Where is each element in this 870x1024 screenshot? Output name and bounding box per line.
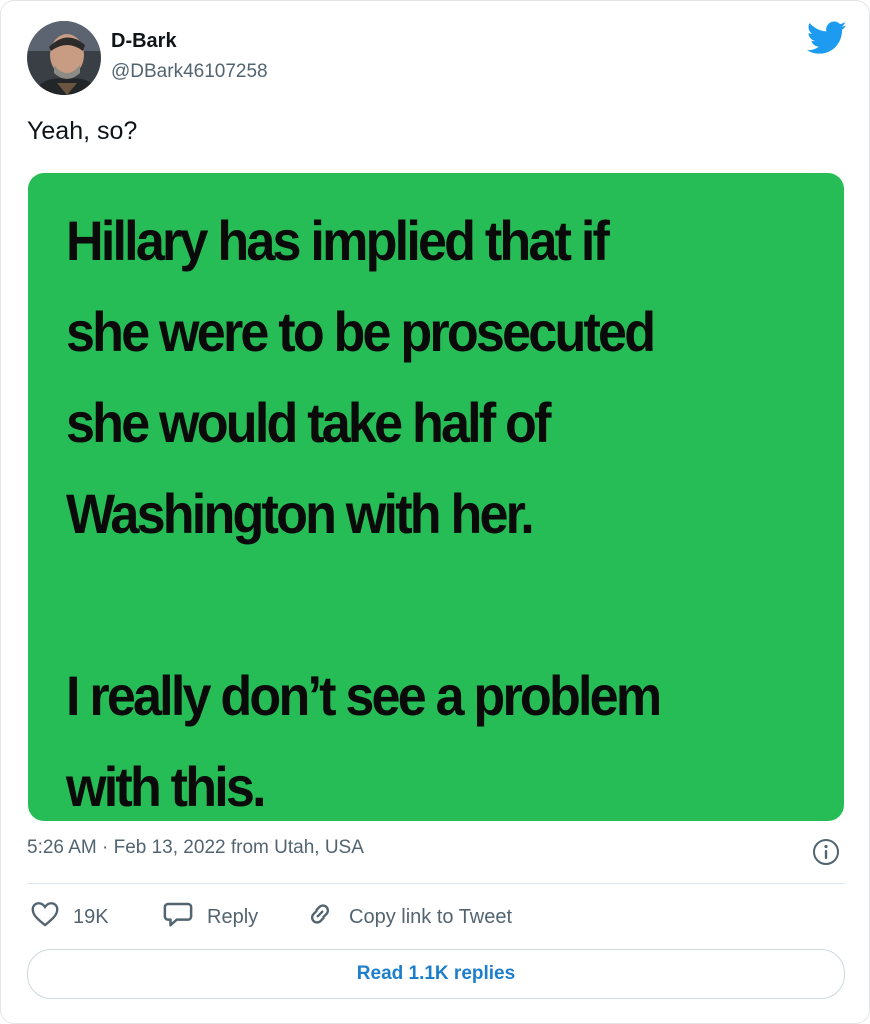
image-text-line: she would take half of: [66, 391, 551, 454]
heart-icon: [31, 901, 73, 933]
copy-link-label: Copy link to Tweet: [349, 905, 513, 928]
link-icon: [305, 900, 349, 934]
reply-bubble-icon: [163, 900, 207, 934]
tweet-text: Yeah, so?: [27, 117, 138, 145]
image-text-line: with this.: [66, 755, 267, 818]
tweet-card: D-Bark @DBark46107258 Yeah, so? Hillary …: [0, 0, 870, 1024]
copy-link-button[interactable]: Copy link to Tweet: [305, 897, 512, 937]
divider: [27, 883, 845, 884]
tweet-actions: 19K Reply Copy link to Tweet: [27, 897, 845, 937]
image-text-line: Washington with her.: [66, 482, 535, 545]
read-replies-button[interactable]: Read 1.1K replies: [27, 949, 845, 999]
image-text-line: Hillary has implied that if: [66, 209, 610, 272]
reply-label: Reply: [207, 905, 259, 928]
tweet-image[interactable]: Hillary has implied that if she were to …: [28, 173, 844, 821]
like-count: 19K: [73, 905, 109, 928]
user-handle[interactable]: @DBark46107258: [111, 61, 268, 83]
info-icon[interactable]: [811, 837, 841, 867]
like-button[interactable]: 19K: [31, 897, 109, 937]
twitter-bird-icon[interactable]: [806, 21, 847, 55]
image-text: Hillary has implied that if she were to …: [66, 195, 782, 821]
image-text-line: she were to be prosecuted: [66, 300, 656, 363]
image-text-line: I really don’t see a problem: [66, 664, 662, 727]
avatar[interactable]: [27, 21, 101, 95]
reply-button[interactable]: Reply: [163, 897, 258, 937]
display-name[interactable]: D-Bark: [111, 30, 177, 53]
tweet-header: D-Bark @DBark46107258: [27, 21, 847, 97]
tweet-timestamp[interactable]: 5:26 AM · Feb 13, 2022 from Utah, USA: [27, 837, 364, 859]
